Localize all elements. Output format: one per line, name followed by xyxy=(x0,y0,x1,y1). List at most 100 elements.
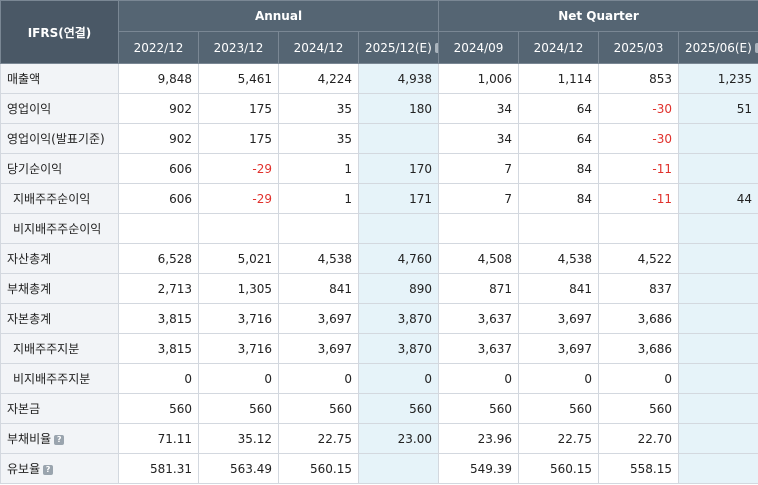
table-cell: 4,760 xyxy=(357,243,440,274)
row-label-text: 지배주주지분 xyxy=(13,342,80,356)
row-label: 부채총계 xyxy=(0,273,119,304)
table-cell: 84 xyxy=(518,183,600,214)
table-cell: 5,461 xyxy=(198,63,279,94)
period-header: 2025/03 xyxy=(598,31,680,64)
table-row: 부채총계 2,713 1,305 841 890 871 841 837 xyxy=(0,273,758,304)
table-cell: 558.15 xyxy=(598,453,680,484)
table-cell: -11 xyxy=(598,183,680,214)
table-cell: -29 xyxy=(198,153,279,184)
table-cell: 7 xyxy=(438,153,520,184)
row-label-text: 영업이익(발표기준) xyxy=(7,132,105,146)
table-cell: 51 xyxy=(678,93,758,124)
table-cell: 23.00 xyxy=(357,423,440,454)
table-row: 지배주주지분 3,815 3,716 3,697 3,870 3,637 3,697 3,68… xyxy=(0,333,758,364)
header-corner: IFRS(연결) xyxy=(0,0,119,64)
table-cell: 1,114 xyxy=(518,63,600,94)
table-cell: 606 xyxy=(118,153,199,184)
row-label: 자산총계 xyxy=(0,243,119,274)
table-cell: 3,815 xyxy=(118,333,199,364)
table-cell: 22.75 xyxy=(278,423,359,454)
table-cell: 581.31 xyxy=(118,453,199,484)
row-label: 비지배주주순이익 xyxy=(0,213,119,244)
table-cell: 560.15 xyxy=(278,453,359,484)
period-header: 2022/12 xyxy=(118,31,199,64)
table-cell: 0 xyxy=(118,363,199,394)
period-header: 2023/12 xyxy=(198,31,279,64)
period-header: 2024/12 xyxy=(518,31,600,64)
table-cell: 64 xyxy=(518,93,600,124)
table-cell xyxy=(198,213,279,244)
row-label: 비지배주주지분 xyxy=(0,363,119,394)
table-cell: 4,538 xyxy=(518,243,600,274)
table-cell: 3,815 xyxy=(118,303,199,334)
table-cell xyxy=(678,303,758,334)
table-cell: 23.96 xyxy=(438,423,520,454)
table-cell xyxy=(678,153,758,184)
table-cell: 890 xyxy=(357,273,440,304)
table-cell: 0 xyxy=(518,363,600,394)
period-header: 2024/09 xyxy=(438,31,520,64)
table-row: 영업이익(발표기준) 902 175 35 34 64 -30 xyxy=(0,123,758,154)
table-cell: 4,522 xyxy=(598,243,680,274)
table-cell: 1,006 xyxy=(438,63,520,94)
table-cell: 4,508 xyxy=(438,243,520,274)
table-cell: -30 xyxy=(598,123,680,154)
table-cell xyxy=(438,213,520,244)
table-cell: 3,716 xyxy=(198,333,279,364)
table-cell: 3,697 xyxy=(518,303,600,334)
table-cell xyxy=(678,453,758,484)
table-cell: 871 xyxy=(438,273,520,304)
table-cell: 1 xyxy=(278,153,359,184)
table-cell: 71.11 xyxy=(118,423,199,454)
table-cell: 44 xyxy=(678,183,758,214)
table-cell xyxy=(357,123,440,154)
table-cell: 0 xyxy=(598,363,680,394)
help-icon[interactable]: ? xyxy=(54,434,65,445)
table-cell: -29 xyxy=(198,183,279,214)
table-cell: 0 xyxy=(198,363,279,394)
table-cell: -11 xyxy=(598,153,680,184)
table-cell xyxy=(678,363,758,394)
help-icon[interactable]: ? xyxy=(43,464,54,475)
table-cell: 3,637 xyxy=(438,333,520,364)
header-annual: Annual xyxy=(117,0,440,32)
table-row: 영업이익 902 175 35 180 34 64 -30 51 xyxy=(0,93,758,124)
table-cell xyxy=(598,213,680,244)
table-cell: 606 xyxy=(118,183,199,214)
table-cell: 0 xyxy=(438,363,520,394)
row-label-text: 매출액 xyxy=(7,72,41,86)
table-cell: 902 xyxy=(118,123,199,154)
table-cell: 563.49 xyxy=(198,453,279,484)
table-cell: 84 xyxy=(518,153,600,184)
table-cell: 841 xyxy=(278,273,359,304)
table-row: 자본금 560 560 560 560 560 560 560 xyxy=(0,393,758,424)
table-cell xyxy=(678,423,758,454)
row-label-text: 유보율 xyxy=(7,462,41,476)
row-label-text: 비지배주주지분 xyxy=(13,372,91,386)
table-row: 당기순이익 606 -29 1 170 7 84 -11 xyxy=(0,153,758,184)
table-row: 자산총계 6,528 5,021 4,538 4,760 4,508 4,538 4,522 xyxy=(0,243,758,274)
table-row: 비지배주주순이익 xyxy=(0,213,758,244)
table-row: 자본총계 3,815 3,716 3,697 3,870 3,637 3,697 3,686 xyxy=(0,303,758,334)
table-cell: 3,686 xyxy=(598,333,680,364)
table-cell: 0 xyxy=(357,363,440,394)
financial-summary-table: IFRS(연결) Annual Net Quarter 2022/12 2023… xyxy=(0,0,758,484)
table-cell xyxy=(678,333,758,364)
table-cell: 175 xyxy=(198,93,279,124)
table-cell xyxy=(118,213,199,244)
table-cell xyxy=(678,273,758,304)
table-cell: 1,305 xyxy=(198,273,279,304)
table-cell: 4,938 xyxy=(357,63,440,94)
period-header: 2025/06(E)? xyxy=(678,31,758,64)
row-label-text: 영업이익 xyxy=(7,102,52,116)
header-net-quarter: Net Quarter xyxy=(438,0,758,32)
row-label: 매출액 xyxy=(0,63,119,94)
help-icon[interactable]: ? xyxy=(434,43,438,53)
table-cell: 560 xyxy=(278,393,359,424)
table-cell: 171 xyxy=(357,183,440,214)
table-cell: -30 xyxy=(598,93,680,124)
table-cell: 1,235 xyxy=(678,63,758,94)
table-cell xyxy=(678,393,758,424)
table-row: 비지배주주지분 0 0 0 0 0 0 0 xyxy=(0,363,758,394)
table-row: 유보율? 581.31 563.49 560.15 549.39 560.15 558.15 xyxy=(0,453,758,484)
